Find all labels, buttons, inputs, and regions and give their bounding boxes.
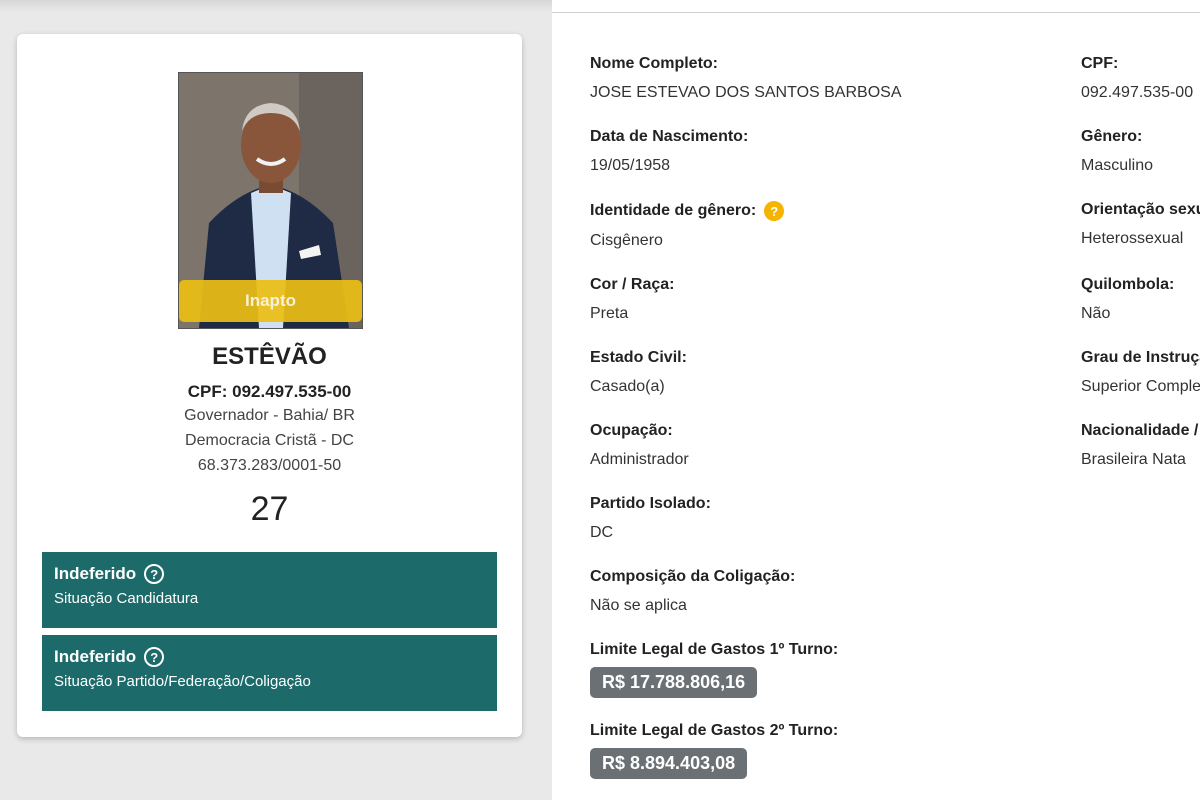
field-value: Brasileira Nata (1081, 451, 1186, 468)
field-value: Não se aplica (590, 597, 687, 614)
field-value: 19/05/1958 (590, 157, 671, 174)
money-badge: R$ 17.788.806,16 (590, 667, 758, 698)
help-icon[interactable]: ? (764, 201, 785, 221)
field-value: Administrador (590, 451, 689, 468)
field-partido-isolado: Partido Isolado: DC (590, 495, 711, 542)
field-label: Cor / Raça: (590, 276, 675, 293)
money-badge: R$ 8.894.403,08 (590, 748, 748, 779)
field-value: Preta (590, 305, 629, 322)
field-composicao-coligacao: Composição da Coligação: Não se aplica (590, 568, 795, 615)
details-panel: Nome Completo: JOSE ESTEVAO DOS SANTOS B… (552, 0, 1200, 800)
field-identidade-genero: Identidade de gênero: ? Cisgênero (590, 201, 785, 250)
candidate-name: ESTÊVÃO (212, 343, 327, 370)
field-value: 092.497.535-00 (1081, 84, 1194, 101)
field-value: JOSE ESTEVAO DOS SANTOS BARBOSA (590, 84, 902, 101)
field-value: Heterossexual (1081, 230, 1184, 247)
field-label: Partido Isolado: (590, 495, 711, 512)
candidate-party: Democracia Cristã - DC (185, 432, 354, 449)
field-label: Gênero: (1081, 128, 1143, 145)
field-cor-raca: Cor / Raça: Preta (590, 276, 674, 323)
candidate-office: Governador - Bahia/ BR (184, 407, 355, 424)
field-label: Grau de Instrução: (1081, 349, 1200, 366)
candidate-number: 27 (250, 490, 289, 528)
field-label: Estado Civil: (590, 349, 687, 366)
field-limite-gastos-1: Limite Legal de Gastos 1º Turno: R$ 17.7… (590, 641, 838, 698)
field-limite-gastos-2: Limite Legal de Gastos 2º Turno: R$ 8.89… (590, 722, 838, 779)
field-label: Limite Legal de Gastos 1º Turno: (590, 641, 839, 658)
help-icon[interactable]: ? (144, 564, 165, 584)
candidate-photo: Inapto (178, 72, 363, 329)
field-ocupacao: Ocupação: Administrador (590, 422, 689, 469)
top-shadow (0, 0, 552, 12)
help-icon[interactable]: ? (144, 647, 165, 667)
status-subtitle: Situação Candidatura (54, 590, 199, 607)
status-title: Indeferido (54, 647, 137, 666)
divider (552, 12, 1200, 13)
candidate-cnpj: 68.373.283/0001-50 (197, 457, 342, 474)
candidate-card: Inapto ESTÊVÃO CPF: 092.497.535-00 Gover… (17, 34, 522, 737)
field-estado-civil: Estado Civil: Casado(a) (590, 349, 687, 396)
status-title: Indeferido (54, 564, 137, 583)
field-label: Quilombola: (1081, 276, 1175, 293)
field-label: Orientação sexual: (1081, 201, 1200, 218)
field-value: Cisgênero (590, 232, 663, 249)
status-candidatura: Indeferido ? Situação Candidatura (42, 552, 497, 628)
field-grau-instrucao: Grau de Instrução: Superior Completo (1081, 349, 1200, 396)
inapto-badge: Inapto (179, 280, 362, 322)
field-value: Superior Completo (1081, 378, 1200, 395)
field-orientacao-sexual: Orientação sexual: Heterossexual (1081, 201, 1200, 248)
field-quilombola: Quilombola: Não (1081, 276, 1200, 323)
field-label: Nome Completo: (590, 55, 718, 72)
status-partido: Indeferido ? Situação Partido/Federação/… (42, 635, 497, 711)
field-value: DC (590, 524, 614, 541)
field-nacionalidade: Nacionalidade / Naturalidade: Brasileira… (1081, 422, 1200, 469)
field-label: Data de Nascimento: (590, 128, 749, 145)
field-value: Não (1081, 305, 1111, 322)
status-subtitle: Situação Partido/Federação/Coligação (54, 673, 311, 690)
field-label: Composição da Coligação: (590, 568, 796, 585)
field-nome-completo: Nome Completo: JOSE ESTEVAO DOS SANTOS B… (590, 55, 902, 102)
field-label: Limite Legal de Gastos 2º Turno: (590, 722, 839, 739)
candidate-cpf: CPF: 092.497.535-00 (187, 382, 352, 401)
field-label: CPF: (1081, 55, 1119, 72)
field-data-nascimento: Data de Nascimento: 19/05/1958 (590, 128, 748, 175)
field-genero: Gênero: Masculino (1081, 128, 1200, 175)
field-label: Nacionalidade / Naturalidade: (1081, 422, 1200, 439)
field-label: Identidade de gênero: (590, 202, 757, 219)
field-cpf: CPF: 092.497.535-00 (1081, 55, 1200, 102)
field-label: Ocupação: (590, 422, 673, 439)
field-value: Casado(a) (590, 378, 665, 395)
field-value: Masculino (1081, 157, 1154, 174)
